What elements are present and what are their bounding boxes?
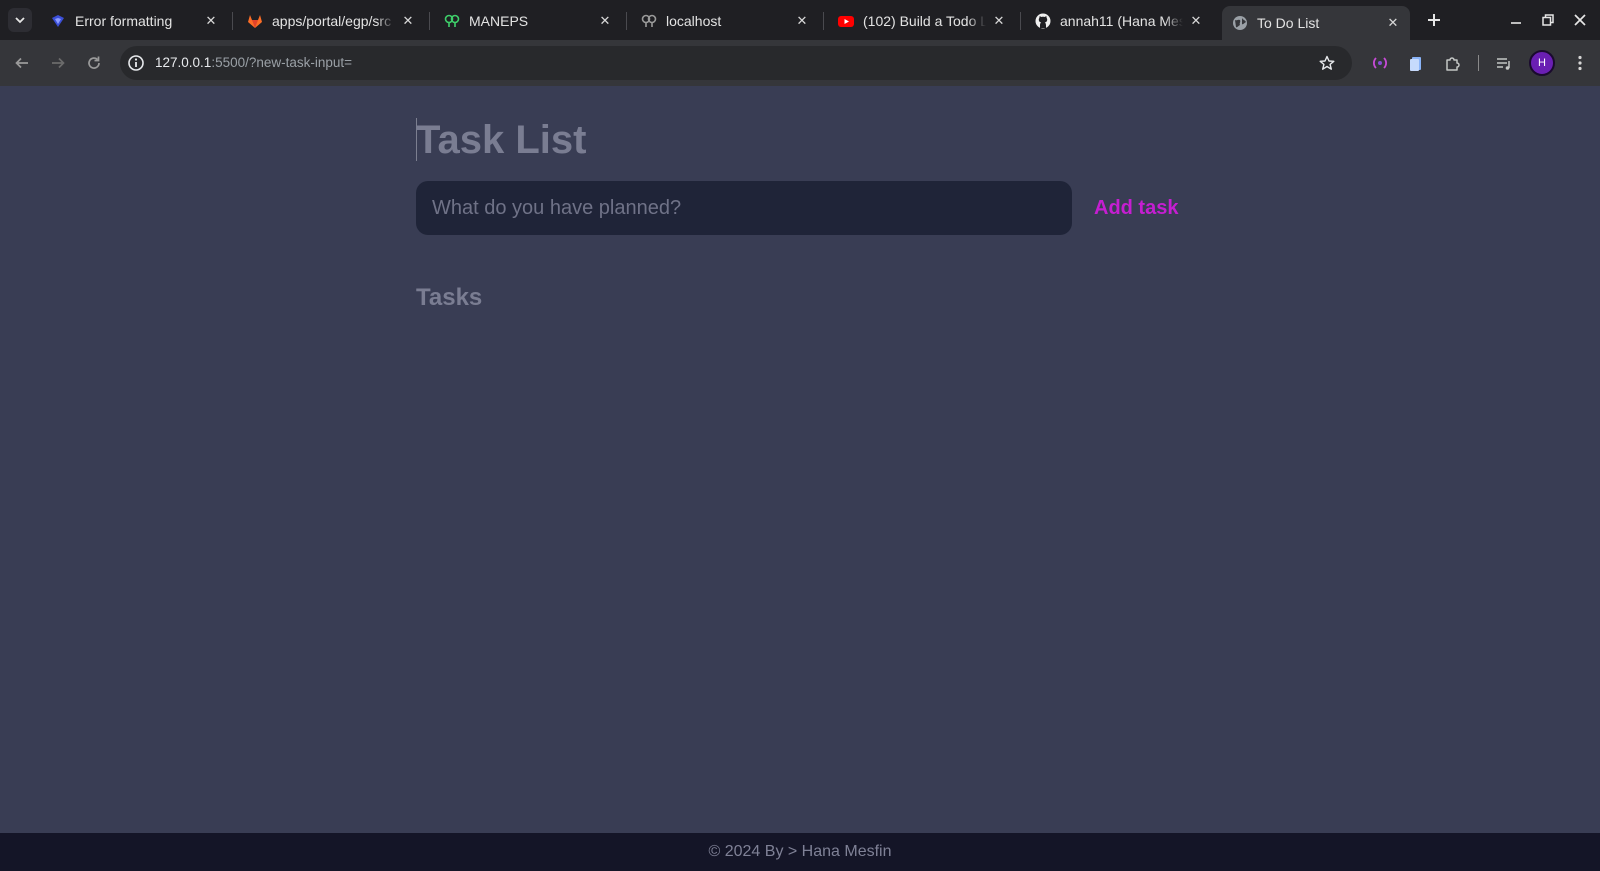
tab-title: Error formatting: [75, 12, 173, 29]
github-icon: [1035, 13, 1051, 29]
tab-divider: [626, 12, 627, 30]
close-icon: [1574, 14, 1586, 26]
globe-icon: [1232, 15, 1248, 31]
extension-broadcast-icon[interactable]: [1370, 53, 1390, 73]
footer-text: © 2024 By > Hana Mesfin: [708, 843, 892, 860]
tab-divider: [1020, 12, 1021, 30]
tab-divider: [823, 12, 824, 30]
close-window-button[interactable]: [1570, 10, 1590, 30]
arrow-left-icon: [15, 57, 28, 69]
tab-title: apps/portal/egp/src: [272, 12, 392, 29]
tab-2[interactable]: MANEPS ✕: [434, 5, 622, 36]
reload-icon: [88, 56, 100, 69]
restore-icon: [1542, 14, 1554, 26]
page-footer: © 2024 By > Hana Mesfin: [0, 833, 1600, 871]
media-control-icon[interactable]: [1494, 53, 1514, 73]
tab-divider: [232, 12, 233, 30]
url-path: :5500/?new-task-input=: [211, 55, 353, 70]
arrow-right-icon: [52, 57, 65, 69]
tab-6-active[interactable]: To Do List ✕: [1222, 6, 1410, 40]
tab-strip: Error formatting ✕ apps/portal/egp/src ✕…: [0, 0, 1600, 40]
tab-title: annah11 (Hana Mesfin): [1060, 12, 1183, 29]
profile-avatar[interactable]: H: [1529, 50, 1555, 76]
plus-icon: [1428, 14, 1440, 26]
tab-1[interactable]: apps/portal/egp/src ✕: [237, 5, 425, 36]
address-bar[interactable]: 127.0.0.1:5500/?new-task-input=: [120, 46, 1352, 80]
extensions-puzzle-icon[interactable]: [1443, 53, 1463, 73]
tasks-heading: Tasks: [416, 284, 483, 311]
add-task-button[interactable]: Add task: [1080, 181, 1192, 235]
close-icon[interactable]: ✕: [793, 12, 811, 30]
bookmark-star-icon[interactable]: [1318, 54, 1336, 72]
minimize-icon: [1511, 22, 1521, 24]
tab-0[interactable]: Error formatting ✕: [40, 5, 228, 36]
chevron-down-icon: [15, 17, 25, 24]
close-icon[interactable]: ✕: [399, 12, 417, 30]
close-icon[interactable]: ✕: [596, 12, 614, 30]
forward-button[interactable]: [47, 52, 69, 74]
extension-clipboard-icon[interactable]: [1406, 53, 1426, 73]
loop-icon: [444, 13, 460, 29]
loop-icon: [641, 13, 657, 29]
kebab-menu-icon[interactable]: [1570, 53, 1590, 73]
new-tab-button[interactable]: [1422, 9, 1446, 31]
page-viewport: Task List Add task Tasks © 2024 By > Han…: [0, 86, 1600, 871]
toolbar-divider: [1478, 55, 1479, 71]
url-host: 127.0.0.1: [155, 55, 212, 70]
tab-5[interactable]: annah11 (Hana Mesfin) ✕: [1025, 5, 1213, 36]
youtube-icon: [838, 13, 854, 29]
browser-toolbar: 127.0.0.1:5500/?new-task-input= H: [0, 40, 1600, 86]
restore-button[interactable]: [1538, 10, 1558, 30]
reload-button[interactable]: [83, 52, 105, 74]
minimize-button[interactable]: [1506, 10, 1526, 30]
tab-title: MANEPS: [469, 12, 529, 29]
new-task-input[interactable]: [416, 181, 1072, 235]
page-title: Task List: [416, 118, 587, 162]
tab-4[interactable]: (102) Build a Todo List ✕: [828, 5, 1016, 36]
close-icon[interactable]: ✕: [202, 12, 220, 30]
site-info-icon[interactable]: [127, 54, 145, 72]
back-button[interactable]: [11, 52, 33, 74]
tab-title: To Do List: [1257, 15, 1320, 31]
tab-search-button[interactable]: [8, 8, 32, 32]
close-icon[interactable]: ✕: [1187, 12, 1205, 30]
url-text: 127.0.0.1:5500/?new-task-input=: [155, 55, 352, 70]
tab-3[interactable]: localhost ✕: [631, 5, 819, 36]
tab-title: (102) Build a Todo List: [863, 12, 986, 29]
gitlab-icon: [247, 13, 263, 29]
close-icon[interactable]: ✕: [990, 12, 1008, 30]
shield-icon: [50, 13, 66, 29]
tab-title: localhost: [666, 12, 722, 29]
tab-divider: [429, 12, 430, 30]
close-icon[interactable]: ✕: [1384, 14, 1402, 32]
